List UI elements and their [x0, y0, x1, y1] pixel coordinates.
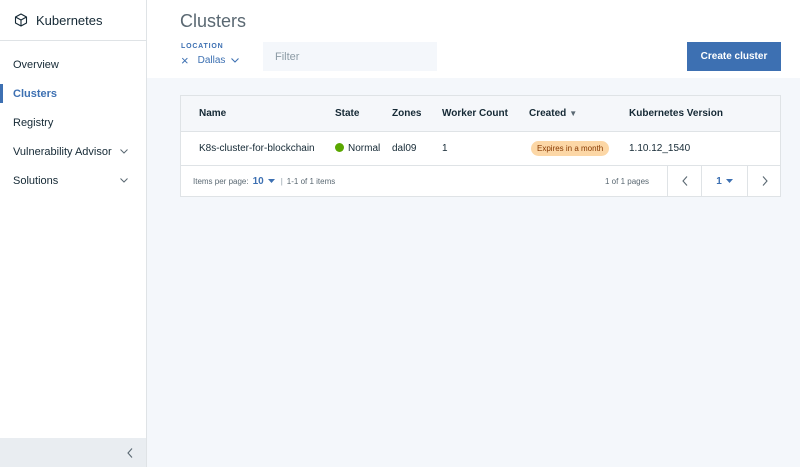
- sidebar-item-registry[interactable]: Registry: [0, 108, 146, 137]
- kubernetes-cube-icon: [14, 13, 28, 27]
- chevron-left-icon: [681, 176, 687, 186]
- sidebar-title: Kubernetes: [36, 12, 103, 28]
- sidebar-item-clusters[interactable]: Clusters: [0, 79, 146, 108]
- sidebar-item-label: Vulnerability Advisor: [13, 145, 112, 158]
- location-selector[interactable]: × Dallas: [181, 54, 240, 67]
- previous-page-button[interactable]: [667, 166, 701, 196]
- clusters-table: Name State Zones Worker Count Created ▼ K…: [180, 95, 781, 197]
- cluster-worker-count: 1: [442, 143, 448, 154]
- sidebar-item-overview[interactable]: Overview: [0, 50, 146, 79]
- cluster-zones: dal09: [392, 143, 417, 154]
- page-header: Clusters LOCATION × Dallas Create cluste…: [147, 0, 800, 78]
- current-page: 1: [716, 175, 722, 187]
- sidebar-collapse-button[interactable]: [0, 438, 146, 467]
- items-per-page-select[interactable]: 10: [253, 176, 275, 187]
- location-label: LOCATION: [181, 43, 224, 50]
- cluster-state-label: Normal: [348, 143, 381, 154]
- sidebar-item-vulnerability-advisor[interactable]: Vulnerability Advisor: [0, 137, 146, 166]
- column-header-name[interactable]: Name: [199, 108, 226, 119]
- chevron-down-icon: [231, 58, 240, 63]
- pagination-left: Items per page: 10 | 1-1 of 1 items: [193, 166, 335, 196]
- location-value: Dallas: [197, 55, 226, 66]
- items-per-page-label: Items per page:: [193, 176, 249, 186]
- table-row[interactable]: K8s-cluster-for-blockchain Normal dal09 …: [181, 132, 780, 166]
- cluster-version: 1.10.12_1540: [629, 143, 691, 154]
- items-per-page-value: 10: [252, 175, 264, 187]
- caret-down-icon: [725, 179, 733, 183]
- status-normal-icon: [335, 143, 344, 152]
- sort-descending-icon: ▼: [569, 109, 578, 118]
- item-range: 1-1 of 1 items: [286, 176, 336, 186]
- sidebar: Kubernetes Overview Clusters Registry Vu…: [0, 0, 147, 467]
- table-header: Name State Zones Worker Count Created ▼ K…: [181, 96, 780, 132]
- column-header-worker-count[interactable]: Worker Count: [442, 108, 508, 119]
- caret-down-icon: [267, 179, 275, 183]
- column-header-created-label: Created: [529, 108, 567, 119]
- divider: |: [280, 176, 283, 186]
- pagination: Items per page: 10 | 1-1 of 1 items 1 of…: [181, 166, 780, 196]
- create-cluster-button[interactable]: Create cluster: [687, 42, 781, 71]
- page-select[interactable]: 1: [701, 166, 747, 196]
- column-header-state[interactable]: State: [335, 108, 359, 119]
- chevron-down-icon: [120, 149, 128, 154]
- page-count: 1 of 1 pages: [605, 176, 650, 186]
- next-page-button[interactable]: [747, 166, 781, 196]
- sidebar-nav: Overview Clusters Registry Vulnerability…: [0, 41, 146, 195]
- clear-location-icon[interactable]: ×: [181, 54, 189, 67]
- sidebar-item-label: Overview: [13, 58, 59, 71]
- column-header-zones[interactable]: Zones: [392, 108, 421, 119]
- cluster-state: Normal: [335, 143, 380, 154]
- sidebar-item-solutions[interactable]: Solutions: [0, 166, 146, 195]
- sidebar-item-label: Solutions: [13, 174, 59, 187]
- chevron-right-icon: [762, 176, 768, 186]
- sidebar-item-label: Registry: [13, 116, 54, 129]
- main-content: Clusters LOCATION × Dallas Create cluste…: [147, 0, 800, 467]
- column-header-kubernetes-version[interactable]: Kubernetes Version: [629, 108, 723, 119]
- chevron-left-icon: [127, 447, 133, 458]
- column-header-created[interactable]: Created ▼: [529, 108, 577, 119]
- sidebar-item-label: Clusters: [13, 87, 58, 100]
- filter-input[interactable]: [263, 42, 437, 71]
- chevron-down-icon: [120, 178, 128, 183]
- expiry-badge: Expires in a month: [531, 141, 610, 156]
- page-title: Clusters: [180, 11, 247, 31]
- sidebar-header: Kubernetes: [0, 0, 146, 41]
- cluster-name[interactable]: K8s-cluster-for-blockchain: [199, 143, 315, 154]
